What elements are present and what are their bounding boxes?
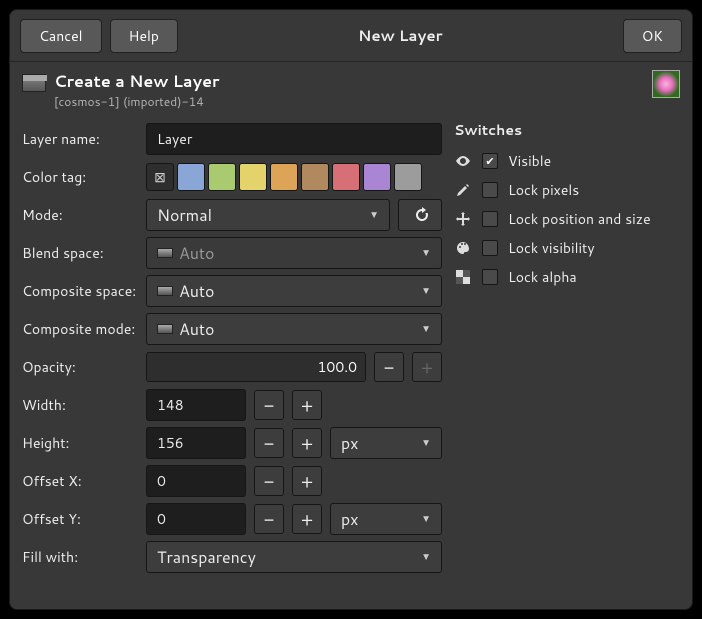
offset-x-input[interactable] bbox=[146, 465, 246, 497]
label-height: Height: bbox=[22, 433, 138, 453]
switch-row-lock-pixels: Lock pixels bbox=[454, 175, 680, 204]
layer-name-input[interactable] bbox=[146, 123, 442, 155]
size-unit-select[interactable]: px ▼ bbox=[330, 427, 442, 459]
switch-row-visible: Visible bbox=[454, 146, 680, 175]
chevron-down-icon: ▼ bbox=[369, 208, 379, 222]
brush-icon bbox=[454, 181, 472, 199]
mode-select[interactable]: Normal ▼ bbox=[146, 199, 390, 231]
label-color-tag: Color tag: bbox=[22, 167, 138, 187]
color-tag-swatch[interactable] bbox=[208, 163, 236, 191]
checker-icon bbox=[454, 268, 472, 286]
chevron-down-icon: ▼ bbox=[421, 246, 431, 260]
new-layer-dialog: Cancel Help New Layer OK Create a New La… bbox=[9, 9, 693, 610]
lock-alpha-label: Lock alpha bbox=[508, 267, 577, 287]
height-decrement-button[interactable]: − bbox=[254, 428, 284, 458]
chevron-down-icon: ▼ bbox=[421, 284, 431, 298]
lock-visibility-label: Lock visibility bbox=[508, 238, 595, 258]
titlebar: Cancel Help New Layer OK bbox=[10, 10, 692, 62]
offset-y-input[interactable] bbox=[146, 503, 246, 535]
opacity-increment-button[interactable]: + bbox=[412, 352, 442, 382]
ok-button[interactable]: OK bbox=[623, 19, 682, 53]
switch-row-lock-visibility: Lock visibility bbox=[454, 233, 680, 262]
label-width: Width: bbox=[22, 395, 138, 415]
reset-icon bbox=[410, 207, 430, 223]
offset-y-increment-button[interactable]: + bbox=[292, 504, 322, 534]
label-composite-space: Composite space: bbox=[22, 281, 138, 301]
header-title: Create a New Layer bbox=[54, 70, 219, 93]
color-tag-none[interactable]: ⊠ bbox=[146, 163, 174, 191]
chevron-down-icon: ▼ bbox=[421, 550, 431, 564]
composite-space-select[interactable]: Auto ▼ bbox=[146, 275, 442, 307]
layer-icon bbox=[157, 286, 173, 296]
layer-icon bbox=[22, 74, 46, 92]
opacity-slider[interactable]: 100.0 bbox=[146, 352, 366, 382]
palette-icon bbox=[454, 239, 472, 257]
lock-visibility-checkbox[interactable] bbox=[482, 240, 498, 256]
opacity-decrement-button[interactable]: − bbox=[374, 352, 404, 382]
blend-space-select[interactable]: Auto ▼ bbox=[146, 237, 442, 269]
move-icon bbox=[454, 210, 472, 228]
composite-mode-value: Auto bbox=[179, 318, 215, 341]
label-offset-y: Offset Y: bbox=[22, 509, 138, 529]
color-tag-swatch[interactable] bbox=[363, 163, 391, 191]
image-preview-thumb bbox=[652, 70, 680, 98]
color-tag-swatch[interactable] bbox=[394, 163, 422, 191]
dialog-title: New Layer bbox=[186, 25, 615, 46]
width-decrement-button[interactable]: − bbox=[254, 390, 284, 420]
layer-icon bbox=[157, 324, 173, 334]
width-input[interactable] bbox=[146, 389, 246, 421]
color-tag-swatch[interactable] bbox=[270, 163, 298, 191]
color-tag-swatch[interactable] bbox=[177, 163, 205, 191]
size-unit-value: px bbox=[341, 432, 358, 455]
label-fill-with: Fill with: bbox=[22, 547, 138, 567]
color-tag-group: ⊠ bbox=[146, 163, 422, 191]
visible-label: Visible bbox=[508, 151, 551, 171]
label-mode: Mode: bbox=[22, 205, 138, 225]
switches-title: Switches bbox=[454, 120, 680, 140]
opacity-value: 100.0 bbox=[318, 357, 357, 377]
height-increment-button[interactable]: + bbox=[292, 428, 322, 458]
label-opacity: Opacity: bbox=[22, 357, 138, 377]
label-layer-name: Layer name: bbox=[22, 129, 138, 149]
offset-y-decrement-button[interactable]: − bbox=[254, 504, 284, 534]
chevron-down-icon: ▼ bbox=[421, 322, 431, 336]
color-tag-swatch[interactable] bbox=[301, 163, 329, 191]
chevron-down-icon: ▼ bbox=[421, 436, 431, 450]
fill-with-value: Transparency bbox=[157, 546, 256, 569]
color-tag-swatch[interactable] bbox=[239, 163, 267, 191]
mode-reset-button[interactable] bbox=[398, 199, 442, 231]
lock-pixels-checkbox[interactable] bbox=[482, 182, 498, 198]
label-offset-x: Offset X: bbox=[22, 471, 138, 491]
offset-x-decrement-button[interactable]: − bbox=[254, 466, 284, 496]
layer-icon bbox=[157, 248, 173, 258]
lock-pixels-label: Lock pixels bbox=[508, 180, 579, 200]
color-tag-swatch[interactable] bbox=[332, 163, 360, 191]
dialog-header: Create a New Layer [cosmos-1] (imported)… bbox=[22, 70, 680, 110]
composite-space-value: Auto bbox=[179, 280, 215, 303]
label-composite-mode: Composite mode: bbox=[22, 319, 138, 339]
lock-position-checkbox[interactable] bbox=[482, 211, 498, 227]
offset-unit-value: px bbox=[341, 508, 358, 531]
height-input[interactable] bbox=[146, 427, 246, 459]
composite-mode-select[interactable]: Auto ▼ bbox=[146, 313, 442, 345]
switch-row-lock-alpha: Lock alpha bbox=[454, 262, 680, 291]
fill-with-select[interactable]: Transparency ▼ bbox=[146, 541, 442, 573]
blend-space-value: Auto bbox=[179, 242, 215, 265]
lock-alpha-checkbox[interactable] bbox=[482, 269, 498, 285]
offset-unit-select[interactable]: px ▼ bbox=[330, 503, 442, 535]
visible-checkbox[interactable] bbox=[482, 153, 498, 169]
switch-row-lock-position: Lock position and size bbox=[454, 204, 680, 233]
cancel-button[interactable]: Cancel bbox=[20, 19, 102, 53]
mode-select-value: Normal bbox=[157, 204, 212, 227]
help-button[interactable]: Help bbox=[110, 19, 178, 53]
chevron-down-icon: ▼ bbox=[421, 512, 431, 526]
width-increment-button[interactable]: + bbox=[292, 390, 322, 420]
label-blend-space: Blend space: bbox=[22, 243, 138, 263]
eye-icon bbox=[454, 152, 472, 170]
header-subtitle: [cosmos-1] (imported)-14 bbox=[54, 93, 219, 110]
lock-position-label: Lock position and size bbox=[508, 209, 651, 229]
offset-x-increment-button[interactable]: + bbox=[292, 466, 322, 496]
